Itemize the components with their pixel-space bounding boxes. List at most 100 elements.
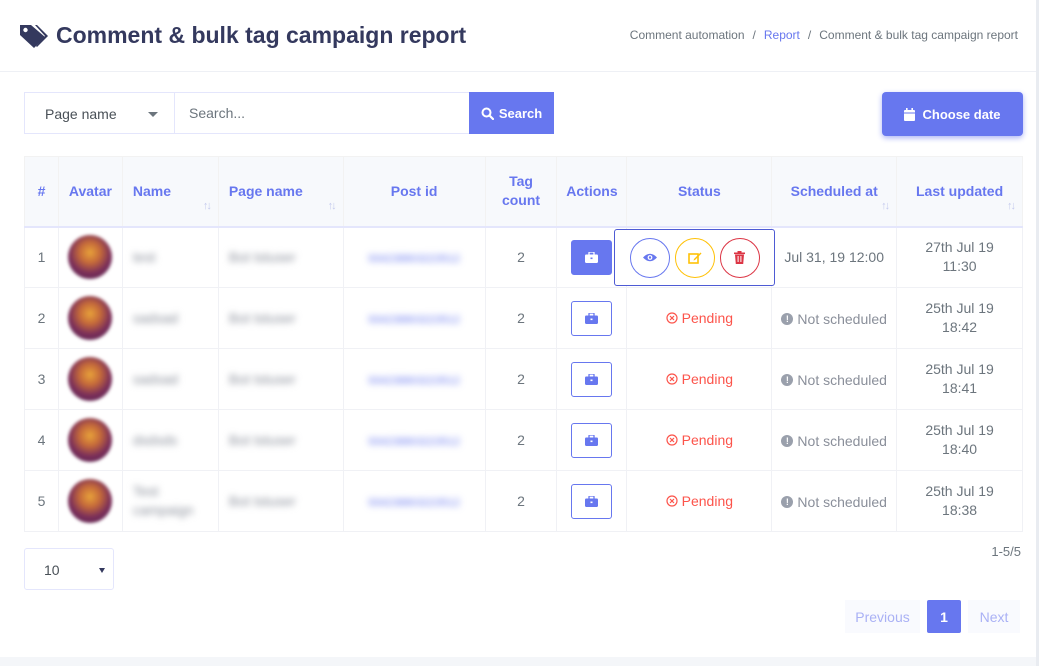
edit-icon — [687, 252, 701, 264]
pagination-next[interactable]: Next — [968, 600, 1020, 633]
campaign-name: dsdsds — [132, 432, 178, 448]
search-button-label: Search — [498, 105, 543, 121]
row-number: 5 — [24, 470, 59, 532]
actions-button[interactable] — [571, 422, 613, 458]
actions-button[interactable] — [571, 300, 613, 336]
actions-button[interactable] — [571, 361, 613, 397]
times-circle-icon — [666, 311, 678, 324]
briefcase-icon — [585, 434, 599, 446]
view-button[interactable] — [629, 237, 670, 278]
updated-date: 27th Jul 19 — [925, 239, 994, 256]
page-name: Bot tstuser — [228, 371, 296, 387]
row-number: 1 — [24, 226, 59, 288]
page-name: Bot tstuser — [228, 310, 296, 326]
times-circle-icon — [666, 372, 678, 385]
per-page-value: 10 — [44, 562, 60, 578]
avatar — [68, 296, 113, 340]
table-header-row: # Avatar Name ↑↓ Page name ↑↓ Post id Tag … — [24, 156, 1023, 228]
post-id-link[interactable]: 934238803223512 — [368, 253, 460, 265]
pagination-previous[interactable]: Previous — [845, 600, 920, 633]
tag-count: 2 — [484, 348, 558, 410]
eye-icon — [642, 253, 657, 262]
status-badge: Pending — [666, 493, 733, 509]
sort-icon: ↑↓ — [202, 199, 212, 212]
choose-date-label: Choose date — [922, 106, 1001, 122]
col-tag-count: Tag count — [484, 156, 558, 228]
scheduled-at: ! Not scheduled — [781, 311, 887, 327]
campaign-name: Test campaign — [132, 483, 194, 518]
updated-time: 18:40 — [942, 441, 978, 457]
page-title: Comment & bulk tag campaign report — [56, 22, 467, 48]
actions-button[interactable] — [571, 483, 613, 519]
tag-count: 2 — [484, 409, 558, 471]
tags-icon — [20, 25, 48, 48]
col-post-id: Post id — [342, 156, 486, 228]
avatar — [68, 479, 113, 523]
times-circle-icon — [666, 494, 678, 507]
tag-count: 2 — [484, 226, 558, 288]
row-number: 3 — [24, 348, 59, 410]
delete-button[interactable] — [719, 237, 760, 278]
updated-date: 25th Jul 19 — [925, 422, 994, 438]
row-number: 2 — [24, 287, 59, 349]
info-circle-icon: ! — [781, 313, 794, 325]
pagination-page-1[interactable]: 1 — [927, 600, 961, 633]
col-scheduled-at[interactable]: Scheduled at ↑↓ — [771, 156, 898, 228]
edit-button[interactable] — [674, 237, 715, 278]
updated-time: 18:42 — [942, 319, 978, 335]
table-row: 1 test Bot tstuser 934238803223512 2 Jul… — [24, 226, 1023, 288]
sort-icon: ↑↓ — [881, 199, 890, 212]
col-status: Status — [626, 156, 773, 228]
col-actions: Actions — [556, 156, 628, 228]
breadcrumb-item-report[interactable]: Report — [764, 28, 800, 42]
choose-date-button[interactable]: Choose date — [882, 92, 1023, 136]
col-last-updated[interactable]: Last updated ↑↓ — [896, 156, 1023, 228]
campaign-name: sadsad — [132, 371, 179, 387]
search-button[interactable]: Search — [469, 92, 554, 134]
updated-time: 18:41 — [942, 380, 978, 396]
scheduled-at: ! Not scheduled — [781, 372, 887, 388]
campaign-table: # Avatar Name ↑↓ Page name ↑↓ Post id Tag … — [24, 156, 1023, 532]
page-name: Bot tstuser — [228, 493, 296, 509]
post-id-link[interactable]: 934238803223512 — [368, 497, 460, 509]
updated-date: 25th Jul 19 — [925, 483, 994, 499]
actions-button[interactable] — [571, 239, 613, 275]
row-number: 4 — [24, 409, 59, 471]
trash-icon — [734, 251, 745, 264]
per-page-select[interactable]: 10 — [24, 548, 114, 590]
breadcrumb-item-comment-automation[interactable]: Comment automation — [630, 28, 745, 42]
search-input[interactable] — [174, 92, 470, 134]
post-id-link[interactable]: 934238803223512 — [368, 436, 460, 448]
tag-count: 2 — [484, 287, 558, 349]
status-badge: Pending — [666, 310, 733, 326]
page-name: Bot tstuser — [228, 249, 296, 266]
col-page-name[interactable]: Page name ↑↓ — [217, 156, 344, 228]
calendar-icon — [904, 107, 916, 121]
col-name[interactable]: Name ↑↓ — [121, 156, 219, 228]
table-row: 4 dsdsds Bot tstuser 934238803223512 2 P… — [24, 409, 1023, 471]
briefcase-icon — [585, 495, 599, 507]
page-name-select-value: Page name — [45, 106, 117, 122]
status-badge: Pending — [666, 371, 733, 387]
info-circle-icon: ! — [781, 374, 794, 386]
breadcrumb: Comment automation / Report / Comment & bulk… — [629, 28, 1018, 42]
search-icon — [481, 107, 494, 120]
col-avatar: Avatar — [57, 156, 123, 228]
page-name-select[interactable]: Page name — [24, 92, 174, 134]
page-name: Bot tstuser — [228, 432, 296, 448]
table-row: 3 sadsad Bot tstuser 934238803223512 2 P… — [24, 348, 1023, 410]
table-row: 5 Test campaign Bot tstuser 934238803223… — [24, 470, 1023, 532]
status-badge: Pending — [666, 432, 733, 448]
col-number: # — [24, 156, 59, 228]
briefcase-icon — [585, 251, 599, 263]
post-id-link[interactable]: 934238803223512 — [368, 314, 460, 326]
campaign-name: test — [132, 249, 156, 266]
briefcase-icon — [585, 312, 599, 324]
post-id-link[interactable]: 934238803223512 — [368, 375, 460, 387]
updated-date: 25th Jul 19 — [925, 361, 994, 377]
updated-time: 18:38 — [942, 502, 978, 518]
report-card: Comment & bulk tag campaign report Comme… — [0, 0, 1036, 657]
updated-time: 11:30 — [942, 258, 977, 275]
updated-date: 25th Jul 19 — [925, 300, 994, 316]
results-range: 1-5/5 — [991, 544, 1021, 559]
